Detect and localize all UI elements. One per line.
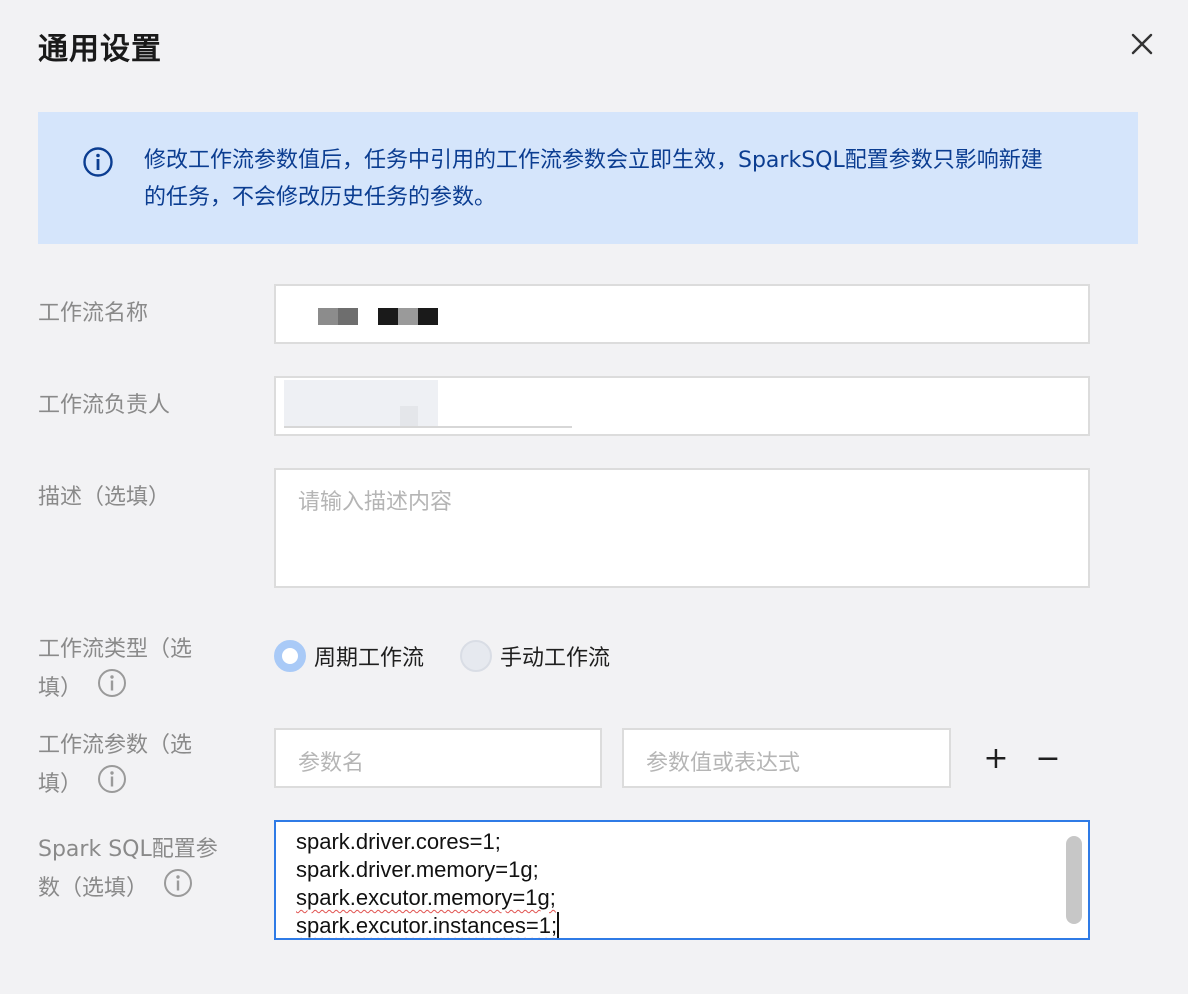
radio-button[interactable] (460, 640, 493, 672)
spark-sql-label-line2-wrap: 数（选填） (38, 868, 218, 910)
workflow-params-label-line2-wrap: 填） (38, 764, 192, 806)
workflow-params-label-line2: 填） (38, 772, 83, 797)
workflow-type-label-line2: 填） (38, 676, 83, 701)
workflow-params-label: 工作流参数（选 填） (38, 728, 192, 806)
param-value-input[interactable]: 参数值或表达式 (622, 728, 951, 788)
workflow-type-label: 工作流类型（选 填） (38, 632, 192, 710)
add-param-button[interactable]: + (978, 740, 1014, 776)
spark-sql-config-textarea[interactable]: spark.driver.cores=1; spark.driver.memor… (274, 820, 1090, 940)
config-line: spark.driver.memory=1g; (296, 857, 539, 882)
remove-param-button[interactable]: − (1030, 740, 1066, 776)
config-line: spark.driver.cores=1; (296, 829, 501, 854)
param-name-placeholder: 参数名 (298, 751, 365, 776)
info-circle-icon[interactable] (97, 668, 127, 710)
info-circle-icon[interactable] (163, 868, 193, 910)
workflow-name-input[interactable] (274, 284, 1090, 344)
config-line-with-caret: spark.excutor.instances=1; (296, 912, 560, 938)
description-placeholder: 请输入描述内容 (298, 490, 453, 515)
spark-sql-label-line2: 数（选填） (38, 876, 149, 901)
spark-sql-label: Spark SQL配置参 数（选填） (38, 832, 218, 910)
info-notice: 修改工作流参数值后，任务中引用的工作流参数会立即生效，SparkSQL配置参数只… (38, 112, 1138, 244)
radio-label: 周期工作流 (314, 646, 425, 671)
notice-text: 修改工作流参数值后，任务中引用的工作流参数会立即生效，SparkSQL配置参数只… (144, 148, 1043, 210)
workflow-type-label-line1: 工作流类型（选 (38, 637, 193, 662)
text-caret (557, 912, 560, 938)
masked-text (398, 308, 418, 325)
config-line: spark.excutor.memory=1g; (296, 885, 556, 910)
workflow-type-radio-group: 周期工作流 手动工作流 (274, 640, 646, 672)
description-label: 描述（选填） (38, 485, 171, 510)
radio-periodic-workflow[interactable]: 周期工作流 (274, 640, 424, 672)
masked-text (378, 308, 398, 325)
workflow-params-label-line1: 工作流参数（选 (38, 733, 193, 758)
masked-text (400, 406, 418, 426)
masked-text (318, 308, 338, 325)
config-line: spark.excutor.instances=1; (296, 913, 558, 938)
spark-sql-lines: spark.driver.cores=1; spark.driver.memor… (296, 828, 560, 938)
workflow-owner-label: 工作流负责人 (38, 393, 171, 418)
spark-sql-label-line1: Spark SQL配置参 (38, 837, 218, 862)
dialog-title: 通用设置 (38, 32, 162, 67)
info-circle-icon (82, 146, 114, 182)
workflow-owner-input[interactable] (274, 376, 1090, 436)
workflow-type-label-line2-wrap: 填） (38, 668, 192, 710)
description-textarea[interactable]: 请输入描述内容 (274, 468, 1090, 588)
info-circle-icon[interactable] (97, 764, 127, 806)
divider (284, 426, 572, 428)
param-value-placeholder: 参数值或表达式 (646, 751, 801, 776)
radio-button-checked[interactable] (274, 640, 306, 672)
radio-manual-workflow[interactable]: 手动工作流 (460, 640, 610, 672)
radio-label: 手动工作流 (500, 646, 611, 671)
workflow-name-label: 工作流名称 (38, 301, 149, 326)
general-settings-dialog: 通用设置 修改工作流参数值后，任务中引用的工作流参数会立即生效，SparkSQL… (0, 0, 1188, 994)
close-icon[interactable] (1124, 26, 1160, 62)
textarea-scrollbar[interactable] (1066, 836, 1082, 924)
masked-text (338, 308, 358, 325)
param-name-input[interactable]: 参数名 (274, 728, 602, 788)
masked-text (418, 308, 438, 325)
